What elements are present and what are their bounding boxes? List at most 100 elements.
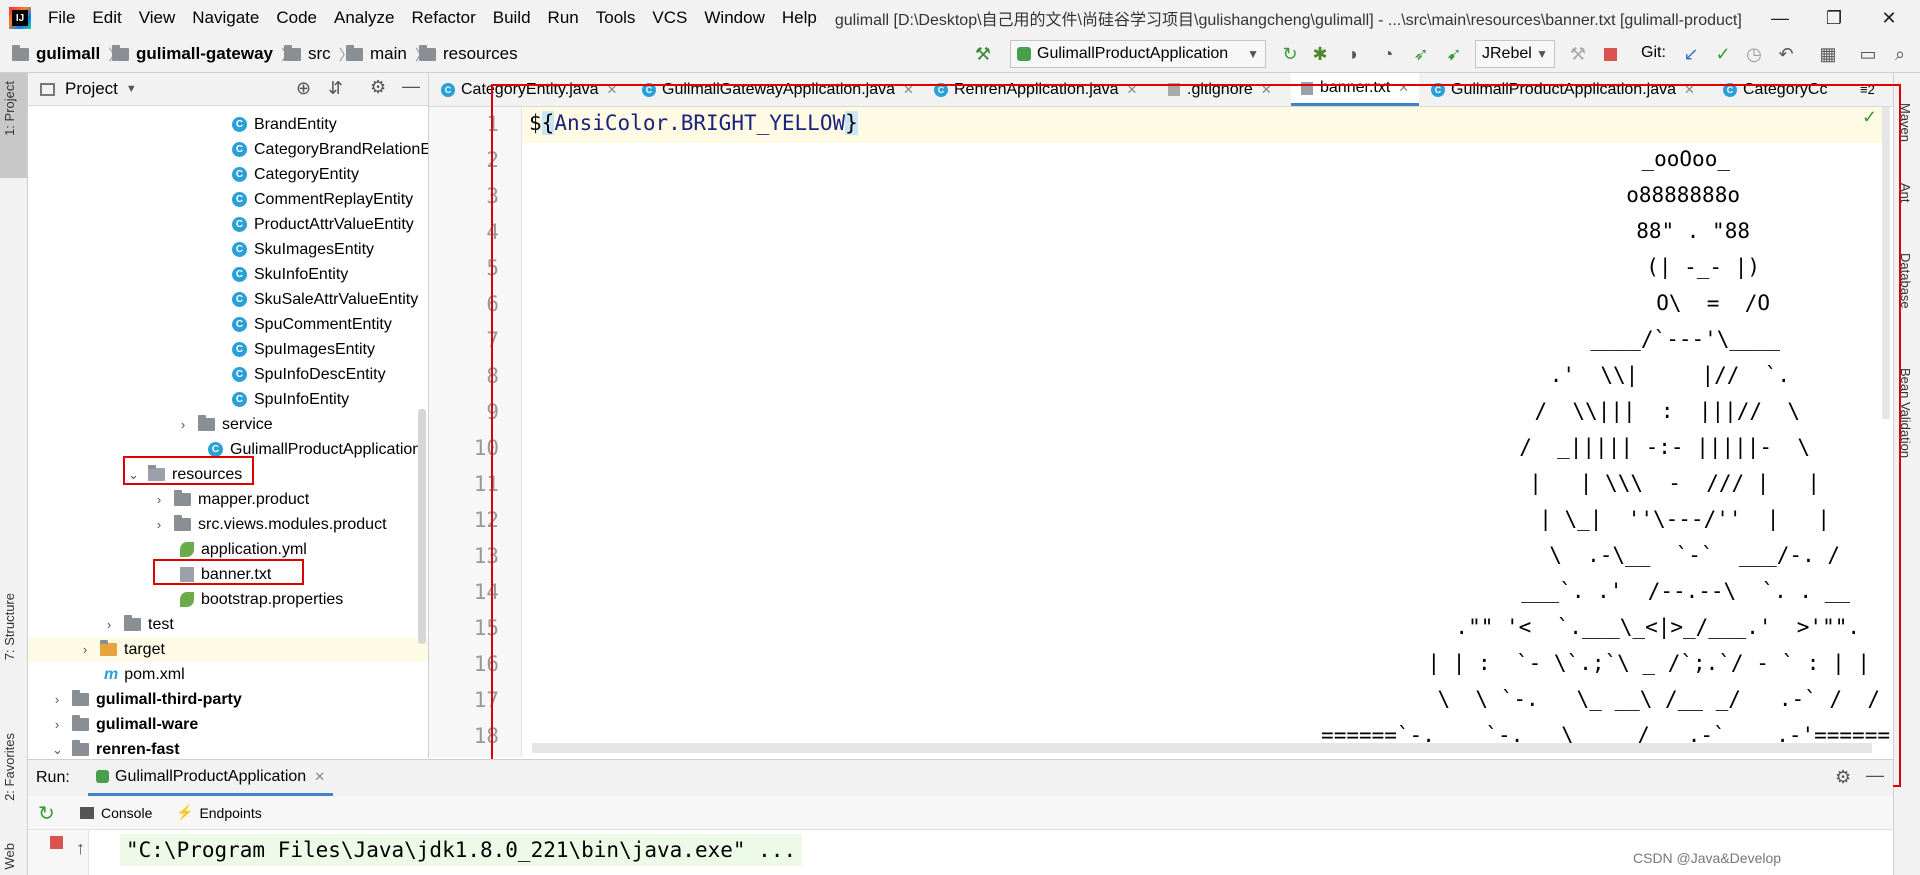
project-panel-title[interactable]: Project — [65, 79, 118, 99]
profile-icon[interactable]: ◔ — [1375, 41, 1401, 67]
restore-icon[interactable]: ❐ — [1807, 0, 1861, 36]
tree-item-mapper[interactable]: › mapper.product — [154, 487, 309, 512]
chevron-down-icon: ▼ — [1536, 47, 1548, 61]
gear-icon[interactable]: ⚙ — [370, 77, 386, 98]
tree-item-renren-fast[interactable]: ⌄ renren-fast — [52, 737, 180, 758]
menu-refactor[interactable]: Refactor — [402, 0, 483, 36]
tree-item[interactable]: C SpuInfoDescEntity — [232, 362, 386, 387]
tree-item-label: CategoryBrandRelationE — [254, 140, 429, 158]
tree-item[interactable]: C CategoryBrandRelationE — [232, 137, 429, 162]
favorites-tool-label[interactable]: 2: Favorites — [2, 733, 17, 801]
window-title: gulimall [D:\Desktop\自己用的文件\尚硅谷学习项目\guli… — [834, 12, 1742, 29]
stop-icon[interactable] — [1597, 41, 1623, 67]
git-rollback-icon[interactable]: ↶ — [1773, 41, 1799, 67]
hammer-disabled-icon[interactable]: ⚒ — [1565, 41, 1591, 67]
chevron-right-icon[interactable]: › — [104, 617, 114, 632]
tree-item[interactable]: C SpuInfoEntity — [232, 387, 349, 412]
tree-item-third-party[interactable]: › gulimall-third-party — [52, 687, 242, 712]
run-configuration-select[interactable]: GulimallProductApplication ▼ — [1010, 40, 1266, 68]
hide-panel-icon[interactable]: — — [1866, 765, 1884, 786]
close-icon[interactable]: ✕ — [314, 769, 325, 785]
tree-item[interactable]: C SkuImagesEntity — [232, 237, 374, 262]
collapse-all-icon[interactable]: ⇵ — [328, 78, 343, 99]
console-tab[interactable]: Console — [80, 796, 152, 829]
menu-help[interactable]: Help — [773, 0, 825, 36]
project-tool-label[interactable]: 1: Project — [2, 81, 17, 136]
menu-view[interactable]: View — [130, 0, 184, 36]
close-icon[interactable]: ✕ — [1862, 0, 1916, 36]
rerun-icon[interactable]: ↻ — [38, 801, 55, 826]
chevron-right-icon[interactable]: › — [154, 492, 164, 507]
menu-file[interactable]: File — [39, 0, 83, 36]
chevron-down-icon[interactable]: ⌄ — [52, 742, 63, 758]
menu-run[interactable]: Run — [539, 0, 587, 36]
menu-edit[interactable]: Edit — [83, 0, 129, 36]
menu-build[interactable]: Build — [484, 0, 539, 36]
menu-code[interactable]: Code — [267, 0, 325, 36]
tree-item[interactable]: C SkuInfoEntity — [232, 262, 348, 287]
tree-item-label: SpuInfoEntity — [254, 390, 350, 408]
tree-item[interactable]: C SkuSaleAttrValueEntity — [232, 287, 418, 312]
layout-icon[interactable]: ▭ — [1855, 41, 1881, 67]
menu-analyze[interactable]: Analyze — [325, 0, 402, 36]
stop-icon[interactable] — [50, 836, 63, 849]
locate-target-icon[interactable]: ⊕ — [296, 78, 311, 99]
git-history-icon[interactable]: ◷ — [1741, 41, 1767, 67]
chevron-right-icon[interactable]: › — [154, 517, 164, 532]
project-structure-icon[interactable]: ▦ — [1815, 41, 1841, 67]
chevron-right-icon[interactable]: › — [52, 717, 62, 732]
run-tab-product-application[interactable]: GulimallProductApplication ✕ — [88, 760, 334, 796]
endpoints-tab[interactable]: ⚡ Endpoints — [176, 796, 262, 829]
jrebel-run-icon[interactable]: ➶ — [1408, 41, 1434, 67]
tree-item[interactable]: C ProductAttrValueEntity — [232, 212, 414, 237]
chevron-down-icon[interactable]: ▼ — [126, 83, 137, 95]
tree-item[interactable]: C CategoryEntity — [232, 162, 359, 187]
run-label: Run: — [36, 769, 70, 786]
tree-item-bootstrap[interactable]: bootstrap.properties — [180, 587, 343, 612]
minimize-icon[interactable]: — — [1753, 0, 1807, 36]
tree-item[interactable]: C SpuCommentEntity — [232, 312, 392, 337]
tree-item-pom[interactable]: m pom.xml — [104, 662, 185, 687]
menu-vcs[interactable]: VCS — [643, 0, 695, 36]
tree-item[interactable]: C BrandEntity — [232, 112, 337, 137]
jrebel-debug-icon[interactable]: ➹ — [1441, 41, 1467, 67]
annotation-box-resources — [123, 456, 254, 485]
coverage-icon[interactable]: ◗ — [1341, 41, 1367, 67]
breadcrumb-gateway[interactable]: gulimall-gateway 〉 — [112, 36, 302, 72]
gear-icon[interactable]: ⚙ — [1835, 767, 1851, 788]
project-scrollbar[interactable] — [418, 409, 426, 644]
tree-item-ware[interactable]: › gulimall-ware — [52, 712, 198, 737]
tree-item-target[interactable]: › target — [80, 637, 165, 662]
annotation-box-editor — [491, 84, 1901, 787]
console-output[interactable]: ↑ "C:\Program Files\Java\jdk1.8.0_221\bi… — [28, 830, 1893, 875]
scroll-up-icon[interactable]: ↑ — [76, 838, 85, 859]
tree-item-service[interactable]: › service — [178, 412, 273, 437]
rerun-icon[interactable]: ↻ — [1277, 41, 1303, 67]
build-hammer-icon[interactable]: ⚒ — [970, 41, 996, 67]
folder-icon — [124, 615, 141, 631]
menu-window[interactable]: Window — [695, 0, 772, 36]
tree-item-views[interactable]: › src.views.modules.product — [154, 512, 387, 537]
hide-panel-icon[interactable]: — — [402, 76, 420, 97]
intellij-logo-icon[interactable]: IJ — [9, 7, 31, 29]
chevron-right-icon[interactable]: › — [52, 692, 62, 707]
git-commit-icon[interactable]: ✓ — [1710, 41, 1736, 67]
menu-tools[interactable]: Tools — [587, 0, 644, 36]
chevron-right-icon[interactable]: › — [80, 642, 90, 657]
structure-tool-label[interactable]: 7: Structure — [2, 593, 17, 660]
chevron-right-icon[interactable]: › — [178, 417, 188, 432]
tree-item-label: SpuCommentEntity — [254, 315, 392, 333]
jrebel-select[interactable]: JRebel ▼ — [1475, 40, 1555, 68]
web-tool-label[interactable]: Web — [2, 843, 17, 870]
debug-icon[interactable]: ✱ — [1307, 41, 1333, 67]
tree-item[interactable]: C CommentReplayEntity — [232, 187, 413, 212]
tree-item-label: GulimallProductApplication — [230, 440, 422, 458]
tree-item[interactable]: C SpuImagesEntity — [232, 337, 375, 362]
menu-navigate[interactable]: Navigate — [183, 0, 267, 36]
watermark: CSDN @Java&Develop — [1633, 850, 1782, 866]
class-icon: C — [232, 392, 247, 407]
git-update-icon[interactable]: ↙ — [1678, 41, 1704, 67]
search-icon[interactable]: ⌕ — [1887, 41, 1913, 67]
tree-item-test[interactable]: › test — [104, 612, 174, 637]
breadcrumb-resources[interactable]: resources — [419, 36, 518, 72]
